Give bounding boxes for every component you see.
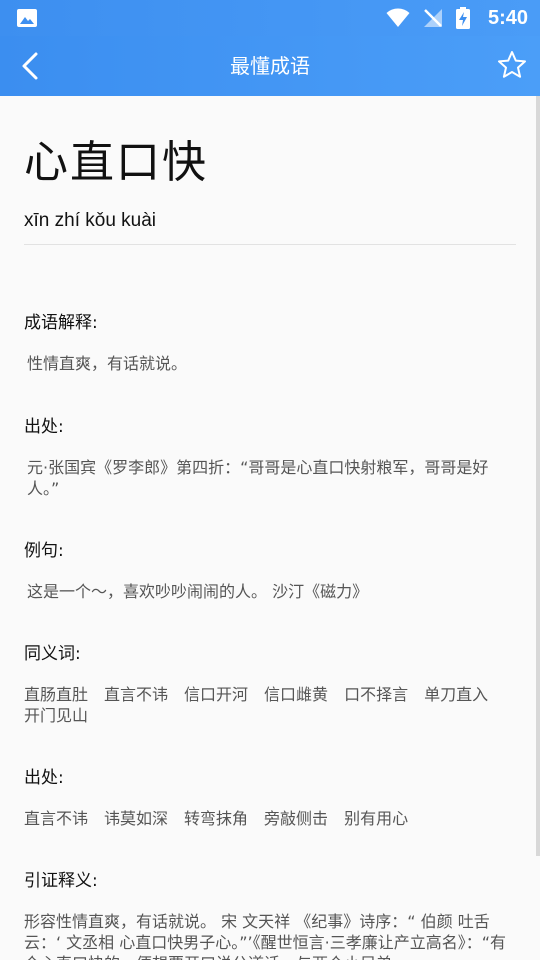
scrollbar[interactable] xyxy=(536,96,540,856)
related-item[interactable]: 别有用心 xyxy=(344,809,408,828)
battery-charging-icon xyxy=(455,7,470,29)
example-text: 这是一个～，喜欢吵吵闹闹的人。 沙汀《磁力》 xyxy=(27,582,369,601)
status-time: 5:40 xyxy=(487,6,528,29)
favorite-star-icon[interactable] xyxy=(496,49,528,81)
related-item[interactable]: 讳莫如深 xyxy=(104,809,168,828)
citation-text: 形容性情直爽，有话就说。 宋 文天祥 《纪事》诗序：“ 伯颜 吐舌云：‘ 文丞相… xyxy=(24,912,507,960)
related-list: 直言不讳 讳莫如深 转弯抹角 旁敲侧击 别有用心 xyxy=(24,808,508,829)
source-heading: 出处: xyxy=(24,417,64,437)
meaning-heading: 成语解释: xyxy=(24,313,98,333)
idiom-title: 心直口快 xyxy=(24,137,208,188)
example-heading: 例句: xyxy=(24,541,64,561)
citation-section: 引证释义: 形容性情直爽，有话就说。 宋 文天祥 《纪事》诗序：“ 伯颜 吐舌云… xyxy=(24,866,508,960)
related-heading: 出处: xyxy=(24,768,64,788)
synonym-item[interactable]: 信口雌黄 xyxy=(264,685,328,704)
no-signal-icon xyxy=(423,9,442,27)
related-item[interactable]: 直言不讳 xyxy=(24,809,88,828)
source-section: 出处: 元·张国宾《罗李郎》第四折：“哥哥是心直口快射粮军，哥哥是好人。” xyxy=(24,412,508,499)
example-section: 例句: 这是一个～，喜欢吵吵闹闹的人。 沙汀《磁力》 xyxy=(24,536,508,602)
synonym-item[interactable]: 单刀直入 xyxy=(424,685,488,704)
idiom-pinyin: xīn zhí kǒu kuài xyxy=(24,210,157,231)
meaning-text: 性情直爽，有话就说。 xyxy=(27,354,188,373)
citation-heading: 引证释义: xyxy=(24,871,98,891)
meaning-section: 成语解释: 性情直爽，有话就说。 xyxy=(24,308,508,374)
image-notification-icon xyxy=(17,9,37,27)
synonym-item[interactable]: 开门见山 xyxy=(24,706,88,725)
status-bar: 5:40 xyxy=(0,0,540,36)
synonym-item[interactable]: 信口开河 xyxy=(184,685,248,704)
synonyms-heading: 同义词: xyxy=(24,644,81,664)
divider xyxy=(24,244,516,245)
app-title: 最懂成语 xyxy=(230,54,310,78)
related-item[interactable]: 旁敲侧击 xyxy=(264,809,328,828)
related-section: 出处: 直言不讳 讳莫如深 转弯抹角 旁敲侧击 别有用心 xyxy=(24,763,508,829)
synonym-item[interactable]: 直言不讳 xyxy=(104,685,168,704)
source-text: 元·张国宾《罗李郎》第四折：“哥哥是心直口快射粮军，哥哥是好人。” xyxy=(27,458,489,498)
app-bar: 最懂成语 xyxy=(0,36,540,96)
synonym-item[interactable]: 口不择言 xyxy=(344,685,408,704)
synonyms-list: 直肠直肚 直言不讳 信口开河 信口雌黄 口不择言 单刀直入开门见山 xyxy=(24,684,508,726)
wifi-icon xyxy=(386,8,410,27)
synonyms-section: 同义词: 直肠直肚 直言不讳 信口开河 信口雌黄 口不择言 单刀直入开门见山 xyxy=(24,639,508,726)
related-item[interactable]: 转弯抹角 xyxy=(184,809,248,828)
idiom-detail-content[interactable]: 心直口快 xīn zhí kǒu kuài 成语解释: 性情直爽，有话就说。 出… xyxy=(0,96,540,960)
synonym-item[interactable]: 直肠直肚 xyxy=(24,685,88,704)
